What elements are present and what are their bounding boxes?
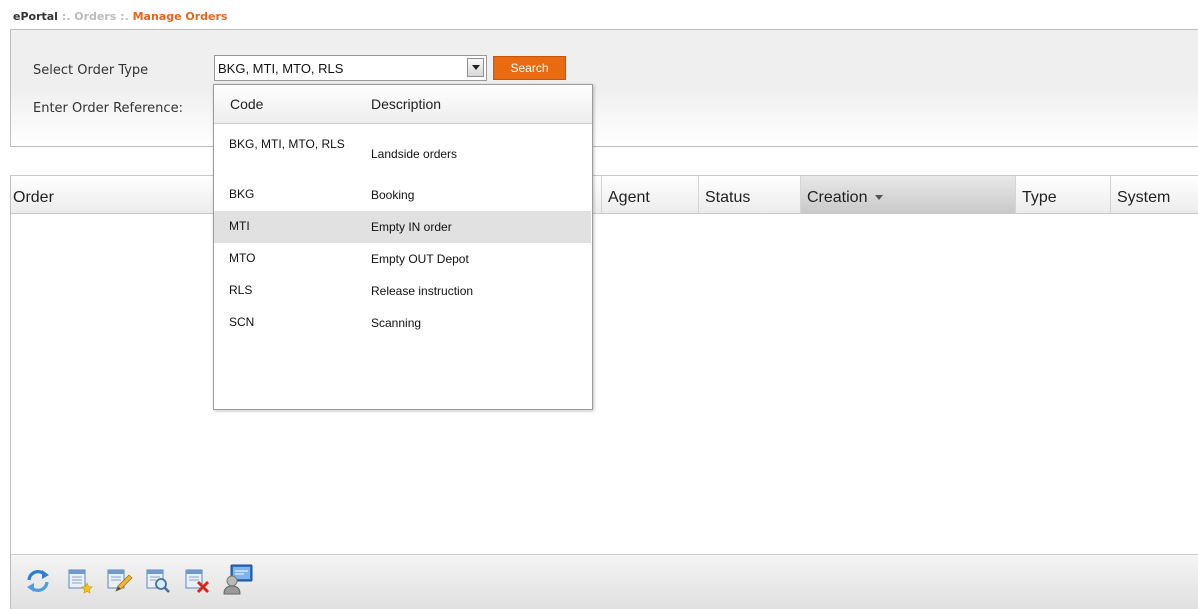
search-panel: Select Order Type Enter Order Reference:… xyxy=(10,29,1198,147)
option-description: Booking xyxy=(371,188,415,202)
dropdown-option[interactable]: BKG, MTI, MTO, RLS Landside orders xyxy=(214,131,591,171)
column-agent[interactable]: Agent xyxy=(601,176,698,213)
orders-grid: Order Agent Status Creation Type System xyxy=(10,175,1198,609)
sort-descending-icon xyxy=(875,195,884,201)
option-code: RLS xyxy=(229,283,253,297)
order-type-label: Select Order Type xyxy=(33,63,149,78)
column-creation-label: Creation xyxy=(807,189,868,206)
breadcrumb-section[interactable]: Orders xyxy=(74,10,116,23)
column-creation[interactable]: Creation xyxy=(800,176,1015,213)
dropdown-header-description: Description xyxy=(371,96,442,112)
order-type-value[interactable]: BKG, MTI, MTO, RLS xyxy=(218,61,343,76)
order-type-dropdown-list: Code Description BKG, MTI, MTO, RLS Land… xyxy=(213,84,593,410)
chevron-down-icon xyxy=(472,65,480,70)
option-code: SCN xyxy=(229,315,255,329)
dropdown-option[interactable]: SCN Scanning xyxy=(214,307,591,339)
column-system[interactable]: System xyxy=(1110,176,1198,213)
dropdown-option[interactable]: BKG Booking xyxy=(214,179,591,211)
column-status[interactable]: Status xyxy=(698,176,800,213)
view-order-icon[interactable] xyxy=(144,567,172,595)
breadcrumb-current: Manage Orders xyxy=(132,10,228,23)
dropdown-option[interactable]: RLS Release instruction xyxy=(214,275,591,307)
breadcrumb-separator: :. xyxy=(61,10,71,23)
dropdown-header-code: Code xyxy=(230,96,264,112)
refresh-icon[interactable] xyxy=(24,567,52,595)
option-description: Landside orders xyxy=(371,147,458,161)
delete-order-icon[interactable] xyxy=(183,567,211,595)
breadcrumb-root[interactable]: ePortal xyxy=(13,10,58,23)
option-description: Release instruction xyxy=(371,284,474,298)
search-button[interactable]: Search xyxy=(493,56,566,80)
column-type[interactable]: Type xyxy=(1015,176,1110,213)
option-description: Empty IN order xyxy=(371,220,452,234)
edit-order-icon[interactable] xyxy=(105,567,133,595)
option-code: MTO xyxy=(229,251,256,265)
dropdown-option[interactable]: MTO Empty OUT Depot xyxy=(214,243,591,275)
option-code: MTI xyxy=(229,219,250,233)
user-screen-icon[interactable] xyxy=(222,563,254,595)
new-order-icon[interactable] xyxy=(66,567,94,595)
breadcrumb-separator: :. xyxy=(120,10,129,23)
option-description: Empty OUT Depot xyxy=(371,252,469,266)
grid-toolbar xyxy=(11,554,1198,609)
grid-header: Order Agent Status Creation Type System xyxy=(11,175,1198,214)
dropdown-header: Code Description xyxy=(214,85,592,124)
option-code: BKG xyxy=(229,187,255,201)
option-code: BKG, MTI, MTO, RLS xyxy=(229,137,345,151)
dropdown-option-highlighted[interactable]: MTI Empty IN order xyxy=(214,211,591,243)
order-reference-label: Enter Order Reference: xyxy=(33,101,183,116)
breadcrumb: ePortal :. Orders :. Manage Orders xyxy=(13,10,227,23)
option-description: Scanning xyxy=(371,316,422,330)
combo-dropdown-button[interactable] xyxy=(467,58,484,77)
order-type-combo[interactable]: BKG, MTI, MTO, RLS xyxy=(214,55,487,81)
